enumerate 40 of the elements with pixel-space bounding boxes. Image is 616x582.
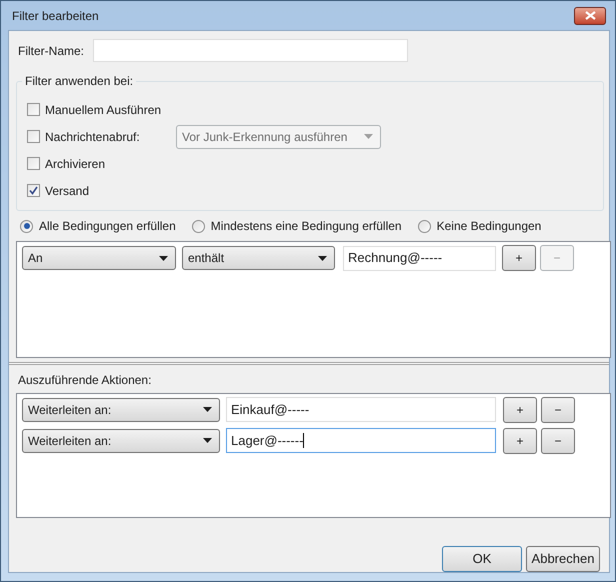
checkbox[interactable] — [27, 103, 40, 116]
checkbox-label: Archivieren — [45, 156, 106, 172]
dialog-button[interactable]: Abbrechen — [526, 546, 600, 572]
dialog-button[interactable]: OK — [442, 546, 522, 572]
radio-label: Mindestens eine Bedingung erfüllen — [210, 218, 402, 235]
group-label: Filter anwenden bei: — [24, 73, 134, 90]
dropdown[interactable]: Weiterleiten an: — [22, 428, 220, 453]
section-label: Auszuführende Aktionen: — [17, 372, 152, 389]
remove-button[interactable]: − — [541, 428, 575, 454]
input-field[interactable]: Lager@------ — [226, 428, 496, 454]
close-button[interactable] — [574, 6, 606, 24]
radio-button[interactable] — [418, 220, 431, 232]
checkbox-label: Nachrichtenabruf: — [45, 128, 141, 146]
checkbox[interactable] — [27, 184, 40, 197]
input-field[interactable]: Rechnung@----- — [343, 246, 496, 270]
checkbox[interactable] — [27, 157, 40, 170]
checkbox-label: Versand — [45, 182, 90, 200]
radio-button[interactable] — [20, 220, 33, 232]
add-button[interactable]: + — [502, 245, 536, 271]
checkbox-label: Manuellem Ausführen — [45, 102, 162, 118]
window-title: Filter bearbeiten — [12, 8, 99, 24]
input-field[interactable]: Einkauf@----- — [226, 397, 496, 422]
dropdown[interactable]: Weiterleiten an: — [22, 398, 220, 422]
radio-button[interactable] — [192, 220, 205, 232]
caret-icon — [203, 438, 212, 444]
close-icon — [584, 11, 596, 20]
add-button[interactable]: + — [503, 428, 537, 454]
add-button[interactable]: + — [503, 396, 537, 423]
caret-icon — [364, 134, 373, 139]
dropdown[interactable]: enthält — [182, 246, 335, 270]
caret-icon — [203, 407, 212, 412]
caret-icon — [159, 256, 168, 260]
checkbox[interactable] — [27, 130, 40, 143]
remove-button[interactable]: − — [541, 396, 575, 423]
field-label: Filter-Name: — [18, 42, 86, 60]
caret-icon — [318, 256, 327, 260]
dropdown[interactable]: An — [22, 246, 176, 270]
radio-label: Keine Bedingungen — [436, 218, 542, 235]
radio-label: Alle Bedingungen erfüllen — [39, 218, 176, 235]
name-field[interactable] — [93, 39, 408, 62]
